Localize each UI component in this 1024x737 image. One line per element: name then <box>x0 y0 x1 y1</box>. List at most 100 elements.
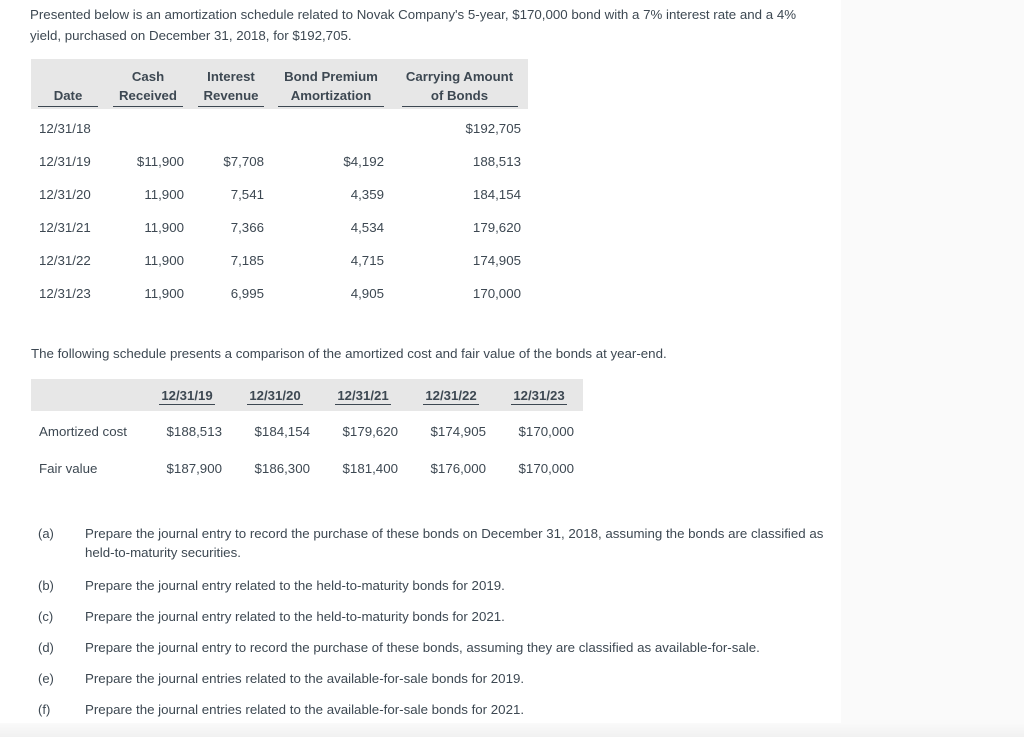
header-bond-premium-line2: Amortization <box>278 86 384 107</box>
cell-carrying-amount: $192,705 <box>391 109 528 145</box>
header-cash-received-line2: Received <box>113 86 183 107</box>
table-row: 12/31/19 $11,900 $7,708 $4,192 188,513 <box>31 144 528 178</box>
question-label: (c) <box>38 609 54 624</box>
cell-cash-received: 11,900 <box>105 276 191 310</box>
cell-carrying-amount: 184,154 <box>391 177 528 211</box>
question-item: (e) Prepare the journal entries related t… <box>31 669 831 688</box>
table-row: 12/31/18 $192,705 <box>31 109 528 145</box>
comparison-header-label: 12/31/19 <box>159 388 215 405</box>
comparison-header-row: 12/31/19 12/31/20 12/31/21 12/31/22 12/31/23 <box>31 379 583 411</box>
comparison-header-date-5: 12/31/23 <box>495 379 583 411</box>
comparison-cell-value: $181,400 <box>319 450 407 487</box>
comparison-row-label: Fair value <box>31 450 143 487</box>
header-cash-received-line1: Cash <box>131 69 165 84</box>
comparison-cell-value: $176,000 <box>407 450 495 487</box>
intro-paragraph-2: The following schedule presents a compar… <box>31 346 667 361</box>
question-item: (f) Prepare the journal entries related t… <box>31 700 831 719</box>
amortization-table-head: Date Cash Received Interest Revenue Bond… <box>31 59 528 109</box>
table-row: Amortized cost $188,513 $184,154 $179,620 $1… <box>31 411 583 450</box>
comparison-header-label: 12/31/21 <box>335 388 391 405</box>
cell-interest-revenue: $7,708 <box>191 144 271 178</box>
question-label: (b) <box>38 578 54 593</box>
question-text: Prepare the journal entries related to t… <box>85 702 525 717</box>
cell-carrying-amount: 179,620 <box>391 210 528 244</box>
right-margin-strip <box>841 0 1024 723</box>
question-label: (f) <box>38 702 51 717</box>
header-bond-premium-amortization: Bond Premium Amortization <box>271 59 391 109</box>
amortization-header-row: Date Cash Received Interest Revenue Bond… <box>31 59 528 109</box>
header-interest-revenue-line2: Revenue <box>198 86 264 107</box>
header-interest-revenue: Interest Revenue <box>191 59 271 109</box>
cell-date: 12/31/21 <box>31 210 105 244</box>
comparison-row-label: Amortized cost <box>31 411 143 450</box>
header-date-label: Date <box>38 86 98 107</box>
cell-cash-received: $11,900 <box>105 144 191 178</box>
table-row: 12/31/20 11,900 7,541 4,359 184,154 <box>31 177 528 211</box>
cell-bond-premium-amortization: 4,359 <box>271 177 391 211</box>
header-carrying-amount-line2: of Bonds <box>401 86 518 107</box>
question-text: Prepare the journal entry related to the… <box>85 578 505 593</box>
question-label: (e) <box>38 671 54 686</box>
comparison-cell-value: $188,513 <box>143 411 231 450</box>
cell-bond-premium-amortization: $4,192 <box>271 144 391 178</box>
header-carrying-amount: Carrying Amount of Bonds <box>391 59 528 109</box>
header-date: Date <box>31 59 105 109</box>
cell-interest-revenue <box>191 109 271 145</box>
question-text: Prepare the journal entries related to t… <box>85 671 525 686</box>
question-label: (d) <box>38 640 54 655</box>
question-item: (b) Prepare the journal entry related to … <box>31 576 831 595</box>
question-text: Prepare the journal entry related to the… <box>85 609 505 624</box>
header-cash-received: Cash Received <box>105 59 191 109</box>
comparison-header-label: 12/31/22 <box>423 388 479 405</box>
comparison-cell-value: $179,620 <box>319 411 407 450</box>
cell-bond-premium-amortization: 4,715 <box>271 243 391 277</box>
cell-bond-premium-amortization <box>271 109 391 145</box>
cell-date: 12/31/18 <box>31 109 105 145</box>
question-list: (a) Prepare the journal entry to record t… <box>31 524 831 731</box>
cell-carrying-amount: 188,513 <box>391 144 528 178</box>
comparison-header-label: 12/31/23 <box>511 388 567 405</box>
table-row: 12/31/22 11,900 7,185 4,715 174,905 <box>31 243 528 277</box>
comparison-cell-value: $174,905 <box>407 411 495 450</box>
table-row: 12/31/21 11,900 7,366 4,534 179,620 <box>31 210 528 244</box>
question-label: (a) <box>38 526 54 541</box>
comparison-header-date-2: 12/31/20 <box>231 379 319 411</box>
cell-interest-revenue: 7,541 <box>191 177 271 211</box>
comparison-cell-value: $170,000 <box>495 411 583 450</box>
cell-date: 12/31/19 <box>31 144 105 178</box>
cell-interest-revenue: 7,366 <box>191 210 271 244</box>
comparison-table-head: 12/31/19 12/31/20 12/31/21 12/31/22 12/31/23 <box>31 379 583 411</box>
cell-bond-premium-amortization: 4,534 <box>271 210 391 244</box>
cell-cash-received <box>105 109 191 145</box>
header-interest-revenue-line1: Interest <box>207 69 255 84</box>
amortization-schedule-table: Date Cash Received Interest Revenue Bond… <box>31 59 528 310</box>
page-root: Presented below is an amortization sched… <box>0 0 1024 737</box>
comparison-cell-value: $170,000 <box>495 450 583 487</box>
comparison-cell-value: $184,154 <box>231 411 319 450</box>
cell-interest-revenue: 6,995 <box>191 276 271 310</box>
amortized-cost-fair-value-table: 12/31/19 12/31/20 12/31/21 12/31/22 12/31/23… <box>31 379 583 487</box>
table-row: Fair value $187,900 $186,300 $181,400 $176,0… <box>31 450 583 487</box>
cell-cash-received: 11,900 <box>105 210 191 244</box>
header-bond-premium-line1: Bond Premium <box>284 69 378 84</box>
question-item: (c) Prepare the journal entry related to … <box>31 607 831 626</box>
comparison-header-label: 12/31/20 <box>247 388 303 405</box>
cell-bond-premium-amortization: 4,905 <box>271 276 391 310</box>
cell-date: 12/31/22 <box>31 243 105 277</box>
question-text: Prepare the journal entry to record the … <box>85 526 824 560</box>
intro-paragraph-1: Presented below is an amortization sched… <box>30 7 797 43</box>
cell-date: 12/31/20 <box>31 177 105 211</box>
cell-date: 12/31/23 <box>31 276 105 310</box>
cell-carrying-amount: 174,905 <box>391 243 528 277</box>
comparison-header-date-4: 12/31/22 <box>407 379 495 411</box>
question-text: Prepare the journal entry to record the … <box>85 640 760 655</box>
comparison-header-date-1: 12/31/19 <box>143 379 231 411</box>
comparison-cell-value: $186,300 <box>231 450 319 487</box>
cell-cash-received: 11,900 <box>105 177 191 211</box>
header-carrying-amount-line1: Carrying Amount <box>405 69 514 84</box>
comparison-header-blank <box>31 379 143 411</box>
comparison-header-date-3: 12/31/21 <box>319 379 407 411</box>
table-row: 12/31/23 11,900 6,995 4,905 170,000 <box>31 276 528 310</box>
question-item: (a) Prepare the journal entry to record t… <box>31 524 831 562</box>
cell-cash-received: 11,900 <box>105 243 191 277</box>
